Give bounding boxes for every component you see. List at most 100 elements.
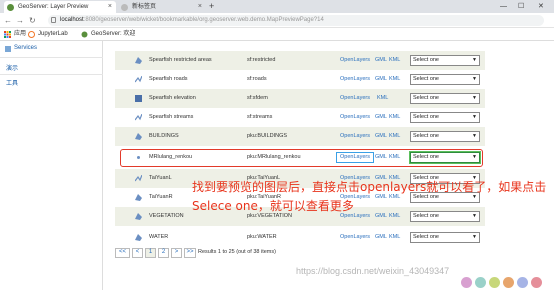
minimize-button[interactable]: —: [500, 0, 507, 13]
new-tab-button[interactable]: +: [209, 0, 214, 13]
layer-title: Spearfish elevation: [149, 95, 196, 101]
annotation-text: 找到要预览的图层后，直接点击openlayers就可以看了，如果点击Selece…: [192, 180, 547, 213]
avatar[interactable]: [461, 277, 472, 288]
gml-link[interactable]: GML: [375, 108, 387, 127]
avatar[interactable]: [517, 277, 528, 288]
openlayers-link[interactable]: OpenLayers: [340, 89, 370, 108]
pager-last-button[interactable]: >>: [184, 248, 196, 258]
kml-link[interactable]: KML: [389, 127, 400, 146]
bookmark-label: JupyterLab: [38, 31, 68, 37]
bookmark-label: GeoServer: 欢迎: [91, 31, 136, 37]
url-field[interactable]: localhost:8080/geoserver/web/wicket/book…: [48, 15, 544, 26]
maximize-button[interactable]: ☐: [518, 0, 524, 13]
kml-link[interactable]: KML: [377, 89, 388, 108]
chevron-down-icon: ▼: [472, 57, 477, 63]
sidebar-item-tools[interactable]: 工具: [6, 78, 18, 87]
pager-page-1[interactable]: 1: [145, 248, 156, 258]
close-window-button[interactable]: ✕: [538, 0, 544, 13]
pager-next-button[interactable]: >: [171, 248, 182, 258]
layer-title: TaiYuanL: [149, 175, 172, 181]
layer-name: pku:WATER: [247, 234, 277, 240]
gml-link[interactable]: GML: [375, 51, 387, 70]
avatar[interactable]: [475, 277, 486, 288]
polygon-layer-icon: [135, 234, 142, 241]
kml-link[interactable]: KML: [389, 51, 400, 70]
kml-link[interactable]: KML: [389, 228, 400, 247]
pager-first-button[interactable]: <<: [115, 248, 130, 258]
select-value: Select one: [413, 76, 439, 82]
sidebar-item-services[interactable]: Services: [5, 45, 38, 52]
format-select[interactable]: Select one ▼: [410, 74, 480, 85]
highlight-frame: [120, 149, 483, 167]
bookmark-jupyterlab[interactable]: JupyterLab: [28, 28, 68, 41]
geoserver-icon: [7, 4, 14, 11]
format-select[interactable]: Select one ▼: [410, 112, 480, 123]
format-select[interactable]: Select one ▼: [410, 131, 480, 142]
close-icon[interactable]: ×: [108, 1, 112, 13]
avatar[interactable]: [489, 277, 500, 288]
bookmark-apps[interactable]: 应用: [4, 28, 26, 41]
openlayers-link[interactable]: OpenLayers: [340, 51, 370, 70]
sidebar-item-label: Services: [14, 45, 38, 51]
openlayers-link[interactable]: OpenLayers: [340, 127, 370, 146]
browser-tab-strip: GeoServer: Layer Preview × 新标签页 × + — ☐ …: [0, 0, 554, 13]
format-select[interactable]: Select one ▼: [410, 93, 480, 104]
line-layer-icon: [135, 76, 142, 83]
openlayers-link[interactable]: OpenLayers: [340, 70, 370, 89]
services-icon: [5, 46, 11, 52]
format-select[interactable]: Select one ▼: [410, 232, 480, 243]
tab-layer-preview[interactable]: GeoServer: Layer Preview ×: [4, 1, 116, 13]
close-icon[interactable]: ×: [198, 1, 202, 13]
back-icon[interactable]: ←: [4, 15, 12, 26]
url-path: :8080/geoserver/web/wicket/bookmarkable/…: [83, 17, 324, 23]
bookmark-label: 应用: [14, 31, 27, 37]
tab-new-tab[interactable]: 新标签页 ×: [118, 1, 206, 13]
tab-label: 新标签页: [132, 4, 157, 10]
sidebar-item-demo[interactable]: 演示: [6, 63, 18, 72]
layer-title: Spearfish roads: [149, 76, 188, 82]
pager-result-count: Results 1 to 25 (out of 38 items): [198, 249, 276, 255]
pager-page-2[interactable]: 2: [158, 248, 169, 258]
layer-title: BUILDINGS: [149, 133, 179, 139]
gml-link[interactable]: GML: [375, 228, 387, 247]
kml-link[interactable]: KML: [389, 108, 400, 127]
chevron-down-icon: ▼: [472, 133, 477, 139]
address-bar-row: ← → ↻ localhost:8080/geoserver/web/wicke…: [0, 13, 554, 28]
bookmark-geoserver[interactable]: GeoServer: 欢迎: [81, 28, 135, 41]
chevron-down-icon: ▼: [472, 114, 477, 120]
table-row: Spearfish restricted areas sf:restricted…: [115, 51, 485, 70]
avatar[interactable]: [503, 277, 514, 288]
layer-name: sf:restricted: [247, 57, 276, 63]
table-row: Spearfish roads sf:roads OpenLayers GML …: [115, 70, 485, 89]
sidebar: Services 演示 工具: [0, 41, 103, 290]
gml-link[interactable]: GML: [375, 70, 387, 89]
info-icon[interactable]: [51, 17, 56, 23]
gml-link[interactable]: GML: [375, 127, 387, 146]
table-row: WATER pku:WATER OpenLayers GML KML Selec…: [115, 228, 485, 247]
raster-layer-icon: [135, 95, 142, 102]
openlayers-link[interactable]: OpenLayers: [340, 108, 370, 127]
openlayers-link[interactable]: OpenLayers: [340, 228, 370, 247]
layer-name: pku:BUILDINGS: [247, 133, 288, 139]
page-icon: [121, 4, 128, 11]
chevron-down-icon: ▼: [472, 95, 477, 101]
layer-title: VEGETATION: [149, 213, 184, 219]
polygon-layer-icon: [135, 194, 142, 201]
format-select[interactable]: Select one ▼: [410, 55, 480, 66]
reload-icon[interactable]: ↻: [29, 15, 36, 26]
table-row: Spearfish elevation sf:sfdem OpenLayers …: [115, 89, 485, 108]
avatar[interactable]: [531, 277, 542, 288]
url-host: localhost: [60, 17, 84, 23]
kml-link[interactable]: KML: [389, 70, 400, 89]
chevron-down-icon: ▼: [472, 76, 477, 82]
select-value: Select one: [413, 95, 439, 101]
layer-name: sf:streams: [247, 114, 273, 120]
divider: [0, 74, 103, 75]
select-value: Select one: [413, 114, 439, 120]
table-row: Spearfish streams sf:streams OpenLayers …: [115, 108, 485, 127]
jupyter-icon: [28, 31, 35, 38]
tab-label: GeoServer: Layer Preview: [18, 4, 89, 10]
table-row: BUILDINGS pku:BUILDINGS OpenLayers GML K…: [115, 127, 485, 146]
forward-icon[interactable]: →: [16, 15, 24, 26]
pager-prev-button[interactable]: <: [132, 248, 143, 258]
